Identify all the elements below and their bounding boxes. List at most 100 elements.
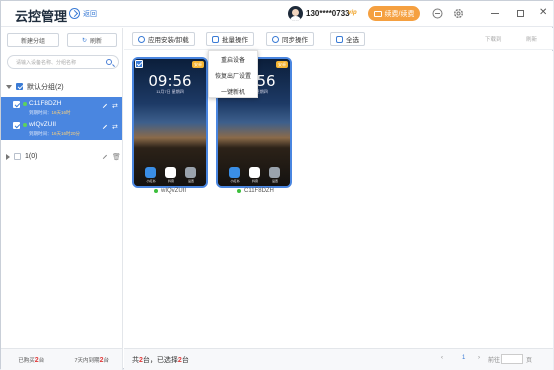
expiring-prefix: 7天内到期 [74,357,100,364]
back-icon [69,8,80,19]
home-label: 返回 [83,10,97,18]
current-page[interactable]: 1 [462,355,465,361]
card-label: C11F8DZH [237,188,274,194]
card-badge: 安卓 [276,61,288,68]
menu-item-factory-reset[interactable]: 恢复出厂设置 [209,67,257,83]
app-label: 抖音 [251,179,258,183]
group-default[interactable]: 默认分组(2) [1,79,122,94]
toolbar-refresh-button[interactable]: 刷新 [526,35,537,43]
purchased-suffix: 台 [38,357,45,364]
device-expiry: 到期时间：16天16时 [29,110,71,116]
prev-page-icon[interactable]: ‹ [441,355,443,361]
online-dot-icon [154,189,158,193]
app-label: 小红书 [146,179,156,183]
card-checkbox[interactable] [135,60,143,68]
online-dot-icon [23,102,27,106]
app-install-label: 应用安装/卸载 [148,37,189,44]
group-checkbox[interactable] [16,83,23,90]
card-label: wIQvZUII [154,188,186,194]
selected-suffix: 台 [181,357,189,364]
home-link[interactable]: 返回 [69,8,97,19]
search-icon[interactable] [106,59,112,65]
renew-button[interactable]: 续费/续费 [368,6,420,21]
app-label: 小红书 [230,179,240,183]
envelope-icon [373,10,382,17]
checkbox-icon [336,35,343,43]
card-device-name: wIQvZUII [161,188,186,194]
minimize-button[interactable] [491,13,499,14]
app-icon [229,167,240,178]
lockscreen-time: 09:56 [148,72,192,90]
edit-icon[interactable] [99,121,108,130]
app-label: 抖音 [167,179,174,183]
gear-icon[interactable] [452,7,464,19]
avatar[interactable] [288,6,303,21]
settings-icon [185,167,196,178]
delete-icon[interactable]: 🗑 [112,153,121,161]
close-button[interactable]: ✕ [539,7,547,18]
sync-label: 同步操作 [282,37,308,44]
group-checkbox[interactable] [14,153,21,160]
device-checkbox[interactable] [13,101,20,108]
expiry-value: 16天16时20分 [51,131,81,136]
app-icon [249,167,260,178]
device-expiry: 到期时间：16天16时20分 [29,131,80,137]
renew-label: 续费/续费 [384,10,415,18]
menu-item-reboot[interactable]: 重启设备 [209,51,257,67]
maximize-button[interactable] [517,10,524,17]
download-button[interactable]: 下载到 [485,35,502,43]
device-row[interactable]: C11F8DZH 到期时间：16天16时 ⇄ [1,98,122,119]
edit-icon[interactable] [99,151,108,160]
device-search-input[interactable]: 请输入设备名称、分组名称 [7,55,119,69]
expiry-prefix: 到期时间： [29,131,52,136]
sidebar-refresh-button[interactable]: ↻ 刷新 [67,33,117,47]
goto-label: 前往 [488,358,501,364]
sync-icon [272,35,279,43]
app-label: 设置 [187,179,194,183]
new-group-button[interactable]: 新建分组 [7,33,59,47]
chevron-down-icon[interactable] [6,84,12,89]
device-row[interactable]: wIQvZUII 到期时间：16天16时20分 ⇄ [1,119,122,140]
device-card[interactable]: 09:56 11月7日 星期四 小红书 抖音 设置 安卓 [132,57,208,188]
expiry-prefix: 到期时间： [29,110,52,115]
toolbar: 应用安装/卸载 批量操作 同步操作 全选 下载到 刷新 [124,28,553,50]
account-phone: 130****0733 [306,9,350,18]
device-name: wIQvZUII [29,121,57,128]
device-name: C11F8DZH [29,100,62,107]
sync-operation-button[interactable]: 同步操作 [266,32,314,46]
app-icon [138,35,145,43]
app-window: 云控管理 返回 130****0733 vip 续费/续费 ✕ 新建分组 ↻ 刷… [0,0,553,370]
total-prefix: 共 [132,357,139,364]
purchased-count: 已购买2台 [1,356,62,364]
group-name: 默认分组(2) [27,83,64,91]
select-all-button[interactable]: 全选 [330,32,365,46]
move-icon[interactable]: ⇄ [112,102,118,110]
menu-item-new-device[interactable]: 一键新机 [209,83,257,99]
minus-circle-icon[interactable] [431,7,443,19]
edit-icon[interactable] [99,100,108,109]
move-icon[interactable]: ⇄ [112,123,118,131]
batch-operation-button[interactable]: 批量操作 [206,32,254,46]
purchased-prefix: 已购买 [18,357,35,364]
app-label: 设置 [271,179,278,183]
lockscreen-date: 11月7日 星期四 [156,89,184,94]
select-all-label: 全选 [346,37,359,44]
chevron-right-icon[interactable] [6,153,10,160]
batch-icon [212,35,219,43]
card-device-name: C11F8DZH [244,188,274,194]
selection-summary: 共2台，已选择2台 [132,355,189,365]
app-title: 云控管理 [15,9,68,24]
device-screen[interactable]: 09:56 11月7日 星期四 小红书 抖音 设置 [134,59,206,186]
sidebar-footer: 已购买2台 7天内到期2台 [1,348,123,370]
device-checkbox[interactable] [13,122,20,129]
goto-page-input[interactable] [501,354,523,364]
device-sidebar: 新建分组 ↻ 刷新 请输入设备名称、分组名称 默认分组(2) C11F8DZH … [1,28,123,348]
page-unit: 页 [526,358,533,364]
group-one[interactable]: 1(0) 🗑 [1,149,122,164]
app-install-button[interactable]: 应用安装/卸载 [132,32,195,46]
batch-operation-menu: 重启设备 恢复出厂设置 一键新机 [208,50,258,98]
vip-badge: vip [348,10,357,16]
title-bar: 云控管理 返回 130****0733 vip 续费/续费 ✕ [1,1,553,27]
selected-devices: C11F8DZH 到期时间：16天16时 ⇄ wIQvZUII 到期时间：16天… [1,97,122,140]
next-page-icon[interactable]: › [478,355,480,361]
